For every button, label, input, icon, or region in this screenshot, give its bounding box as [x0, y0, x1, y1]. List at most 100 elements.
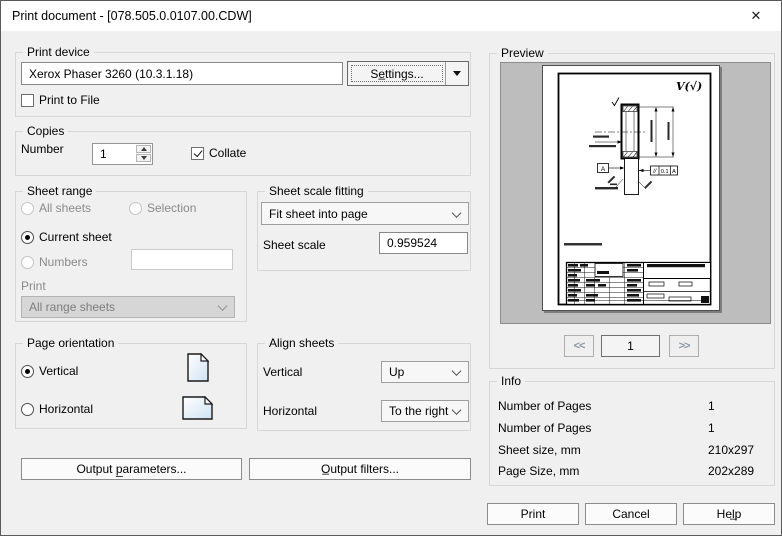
preview-page-number[interactable]: 1 — [601, 335, 660, 357]
radio-icon — [129, 202, 142, 215]
sheet-scale-input[interactable]: 0.959524 — [379, 232, 468, 254]
info-row-label: Number of Pages — [498, 399, 591, 414]
info-group-label: Info — [497, 374, 525, 389]
fit-mode-value: Fit sheet into page — [269, 207, 368, 221]
close-icon: ✕ — [751, 8, 762, 24]
output-parameters-label: Output p̲arameters... — [76, 462, 186, 476]
print-button-label: Print — [521, 507, 546, 521]
align-sheets-group-label: Align sheets — [265, 336, 338, 351]
sheet-scale-fitting-group-label: Sheet scale fitting — [265, 184, 368, 199]
chevron-down-icon — [218, 301, 228, 311]
vertical-orientation-label: Vertical — [39, 364, 78, 378]
radio-icon — [21, 403, 34, 416]
copies-value[interactable]: 1 — [100, 144, 107, 164]
sheet-range-group-label: Sheet range — [23, 184, 96, 199]
radio-selection[interactable]: Selection — [129, 201, 196, 215]
page-orientation-group-label: Page orientation — [23, 336, 118, 351]
tolerance-datum: A — [672, 169, 676, 175]
number-label: Number — [21, 142, 64, 157]
page-landscape-icon — [182, 396, 213, 420]
numbers-label: Numbers — [39, 255, 88, 269]
page-number-value: 1 — [627, 339, 634, 353]
preview-group-label: Preview — [497, 46, 548, 61]
page-portrait-icon — [187, 353, 209, 382]
title-bar: Print document - [078.505.0.0107.00.CDW]… — [1, 1, 781, 31]
all-sheets-label: All sheets — [39, 201, 91, 215]
chevron-down-icon — [452, 405, 462, 415]
close-button[interactable]: ✕ — [739, 1, 773, 31]
horizontal-orientation-label: Horizontal — [39, 402, 93, 416]
print-device-group-label: Print device — [23, 45, 94, 60]
align-vertical-select[interactable]: Up — [381, 361, 469, 383]
print-to-file-label: Print to File — [39, 93, 100, 107]
chevron-down-icon — [452, 366, 462, 376]
align-vertical-value: Up — [389, 365, 404, 379]
checkbox-icon — [21, 94, 34, 107]
output-filters-label: O̲utput filters... — [321, 462, 399, 476]
radio-horizontal-orientation[interactable]: Horizontal — [21, 402, 93, 416]
spin-up-button[interactable] — [136, 145, 151, 153]
sheet-scale-label: Sheet scale — [263, 238, 326, 253]
prev-page-icon: << — [574, 340, 585, 352]
spinner-buttons — [135, 145, 151, 163]
triangle-down-icon — [453, 71, 461, 76]
info-row-label: Sheet size, mm — [498, 443, 581, 458]
datum-letter: A — [601, 166, 606, 173]
chevron-down-icon — [452, 208, 462, 218]
radio-numbers[interactable]: Numbers — [21, 255, 88, 269]
current-sheet-label: Current sheet — [39, 230, 112, 244]
align-horizontal-label: Horizontal — [263, 404, 317, 419]
settings-button[interactable]: Se̲ttings... — [347, 61, 469, 86]
range-sheets-value: All range sheets — [29, 300, 115, 314]
print-button[interactable]: Print — [487, 503, 579, 525]
settings-dropdown-arrow[interactable] — [445, 62, 468, 85]
triangle-down-icon — [141, 156, 147, 160]
preview-page: V(√) — [542, 65, 720, 311]
print-document-dialog: Print document - [078.505.0.0107.00.CDW]… — [0, 0, 782, 536]
align-horizontal-value: To the right — [389, 404, 448, 418]
collate-label: Collate — [209, 146, 246, 160]
output-filters-button[interactable]: O̲utput filters... — [249, 458, 471, 480]
range-sheets-select[interactable]: All range sheets — [21, 296, 235, 318]
align-vertical-label: Vertical — [263, 365, 302, 380]
info-row-value: 202x289 — [708, 464, 754, 479]
window-title: Print document - [078.505.0.0107.00.CDW] — [12, 1, 252, 31]
radio-icon — [21, 202, 34, 215]
info-row-label: Page Size, mm — [498, 464, 579, 479]
align-horizontal-select[interactable]: To the right — [381, 400, 469, 422]
info-row-label: Number of Pages — [498, 421, 591, 436]
copies-group-label: Copies — [23, 124, 68, 139]
preview-next-button[interactable]: >> — [669, 335, 699, 357]
triangle-up-icon — [141, 147, 147, 151]
selection-label: Selection — [147, 201, 196, 215]
cancel-button-label: Cancel — [612, 507, 649, 521]
print-range-label: Print — [21, 279, 46, 294]
preview-prev-button[interactable]: << — [564, 335, 594, 357]
info-row-value: 1 — [708, 421, 715, 436]
spin-down-button[interactable] — [136, 154, 151, 162]
radio-selected-icon — [21, 365, 34, 378]
settings-button-label: Se̲ttings... — [348, 62, 446, 85]
checkbox-checked-icon — [191, 147, 204, 160]
next-page-icon: >> — [679, 340, 690, 352]
printer-name-field[interactable]: Xerox Phaser 3260 (10.3.1.18) — [21, 62, 343, 85]
fit-mode-select[interactable]: Fit sheet into page — [261, 202, 469, 225]
help-button[interactable]: Hel̲p — [683, 503, 775, 525]
copies-spinner[interactable]: 1 — [92, 143, 153, 165]
output-parameters-button[interactable]: Output p̲arameters... — [21, 458, 242, 480]
info-row-value: 1 — [708, 399, 715, 414]
radio-icon — [21, 256, 34, 269]
roughness-mark: V(√) — [676, 80, 702, 93]
tolerance-value: 0.1 — [661, 169, 669, 175]
radio-all-sheets[interactable]: All sheets — [21, 201, 91, 215]
radio-current-sheet[interactable]: Current sheet — [21, 230, 112, 244]
radio-selected-icon — [21, 231, 34, 244]
cancel-button[interactable]: Cancel — [585, 503, 677, 525]
help-button-label: Hel̲p — [717, 507, 742, 521]
print-to-file-checkbox[interactable]: Print to File — [21, 93, 100, 107]
collate-checkbox[interactable]: Collate — [191, 146, 246, 160]
radio-vertical-orientation[interactable]: Vertical — [21, 364, 78, 378]
numbers-input[interactable] — [131, 249, 233, 270]
info-row-value: 210x297 — [708, 443, 754, 458]
drawing-preview: V(√) — [543, 66, 719, 310]
